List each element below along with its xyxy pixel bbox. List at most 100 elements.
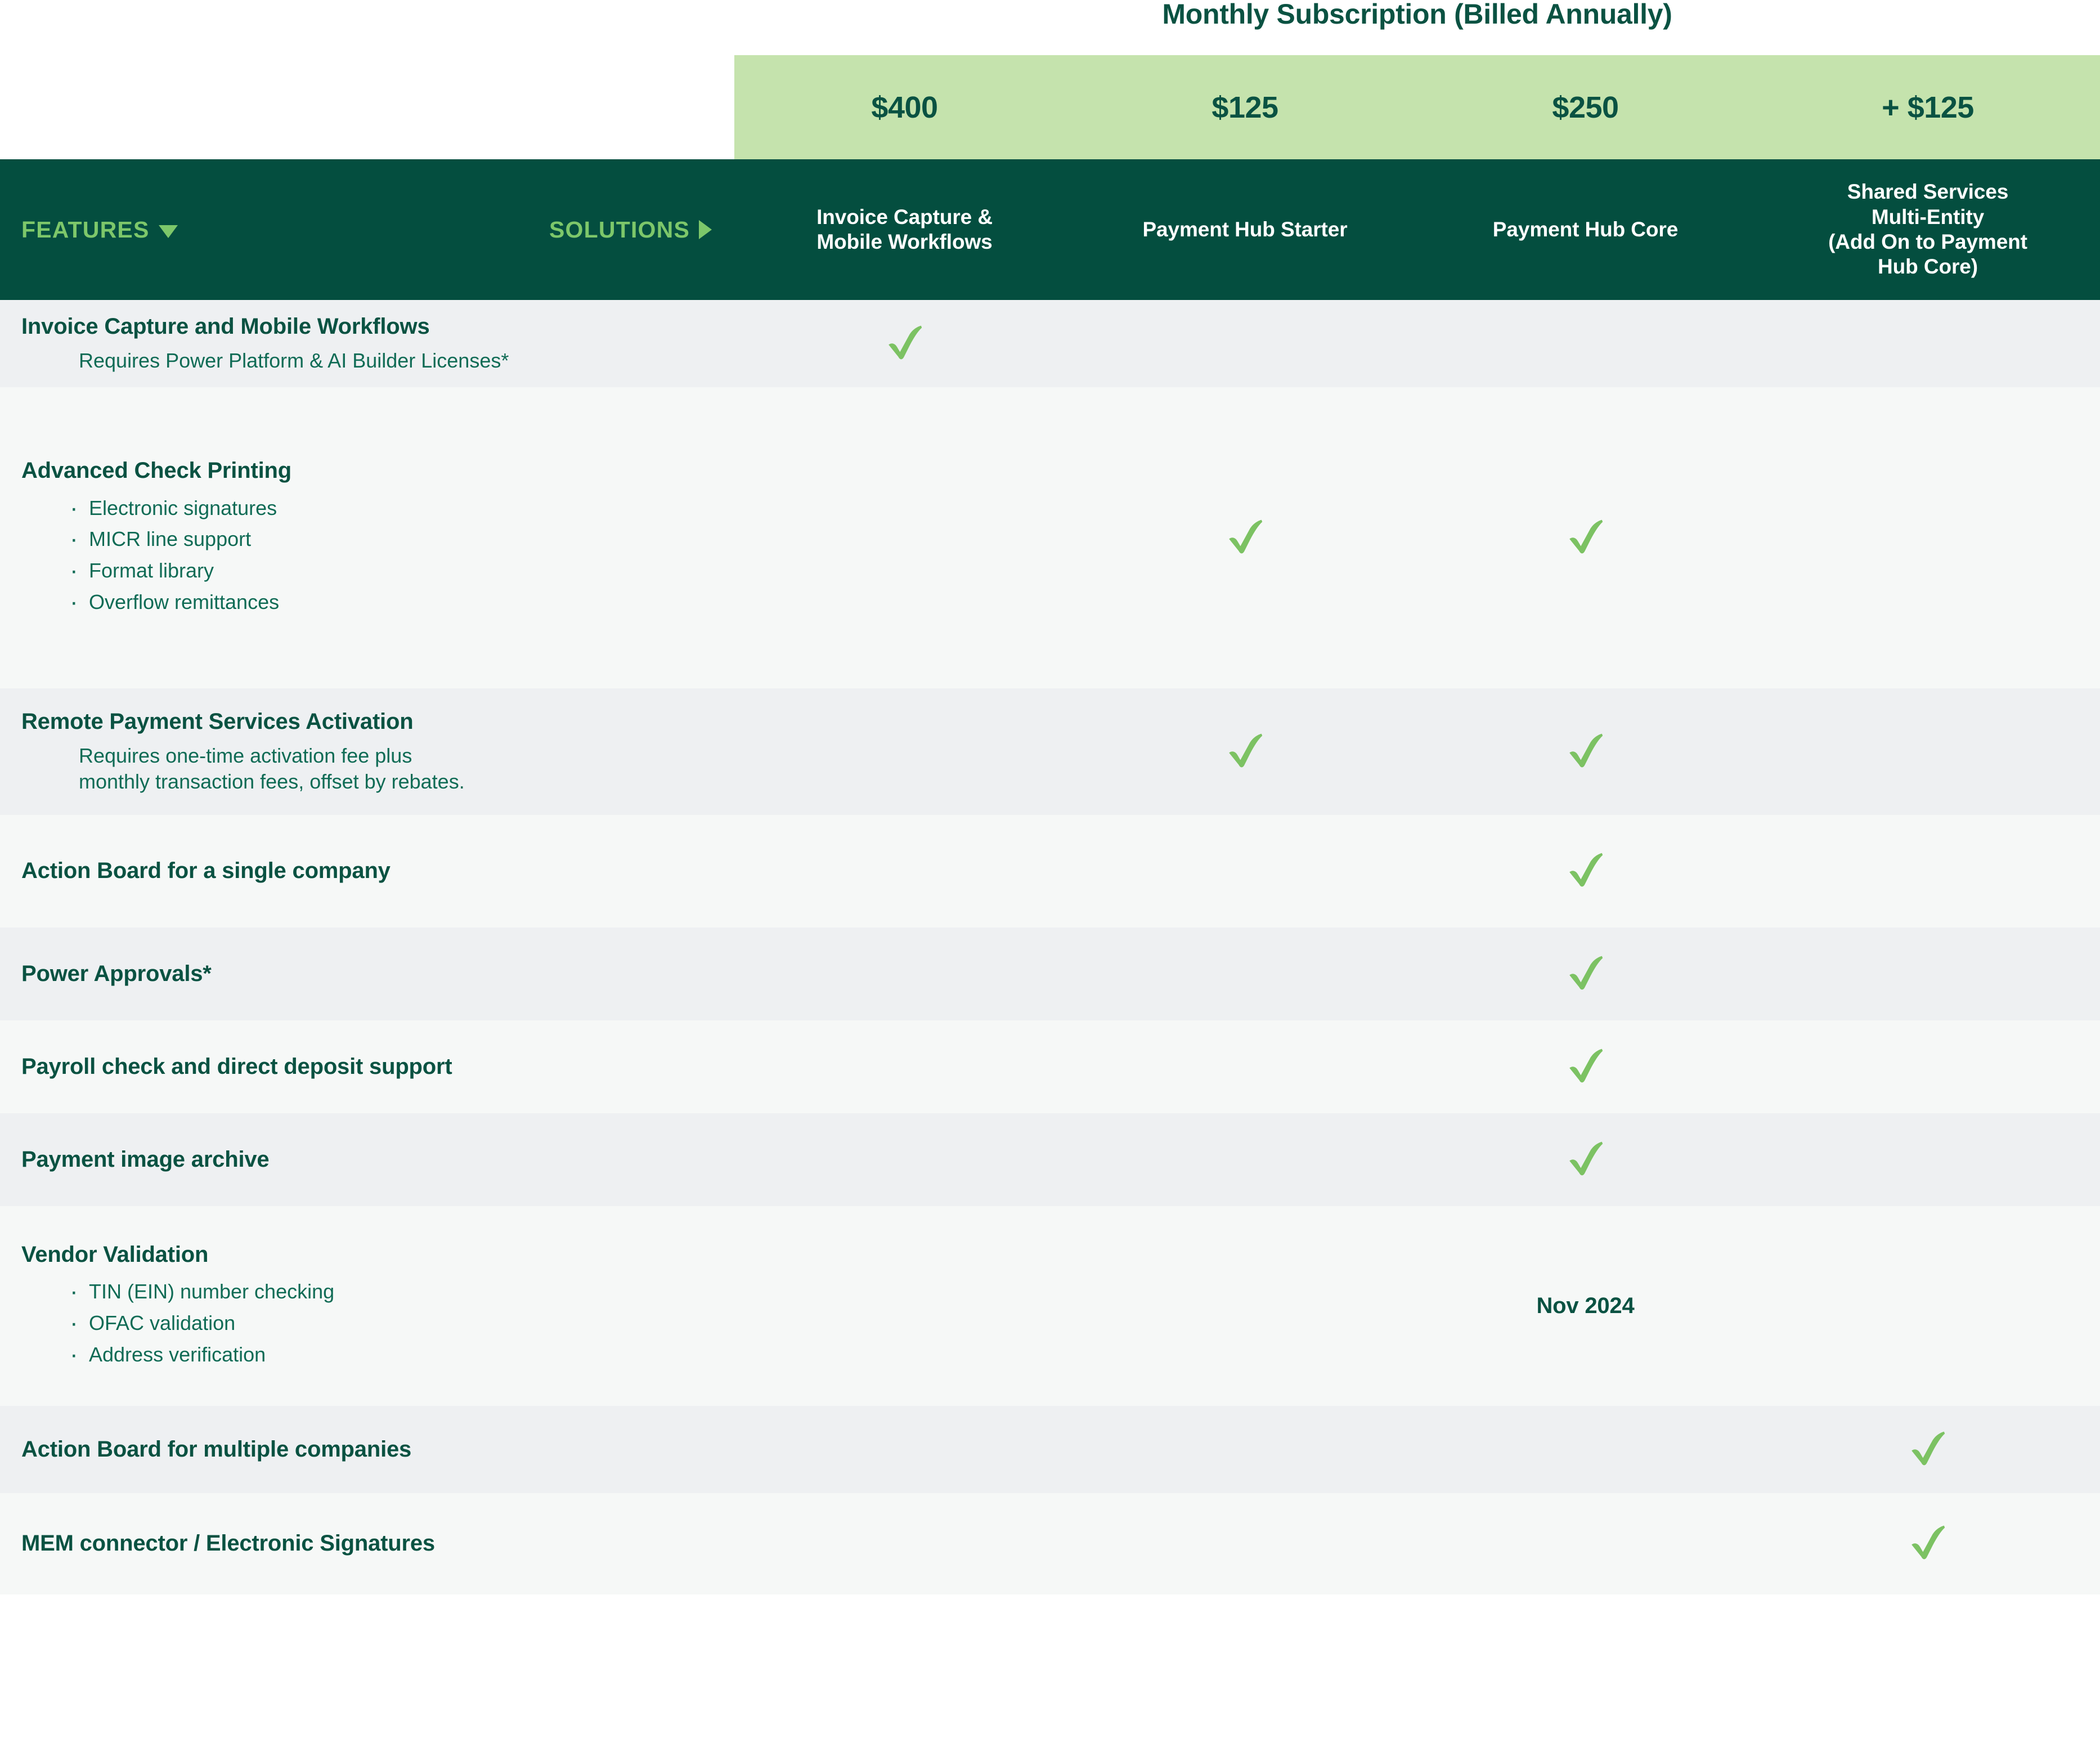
feature-title: Invoice Capture and Mobile Workflows — [21, 313, 430, 339]
cell-payment-hub-starter — [1075, 300, 1415, 387]
feature-bullet-item: Electronic signatures — [65, 489, 734, 527]
availability-date-label: Nov 2024 — [1536, 1293, 1635, 1318]
check-icon — [1569, 733, 1603, 767]
table-row: Advanced Check Printing Electronic signat… — [0, 387, 2100, 688]
features-label: FEATURES — [21, 216, 150, 243]
cell-payment-hub-starter — [1075, 688, 1415, 815]
feature-bullet-item: Overflow remittances — [65, 583, 734, 621]
cell-payment-hub-starter — [1075, 1493, 1415, 1594]
col-name-line4: Hub Core) — [1878, 255, 1978, 279]
check-icon — [1911, 1525, 1945, 1560]
col-name-line1: Payment Hub Starter — [1142, 217, 1348, 241]
cell-shared-services-multi-entity — [1756, 1493, 2100, 1594]
cell-shared-services-multi-entity — [1756, 815, 2100, 928]
cell-payment-hub-starter — [1075, 1020, 1415, 1113]
solutions-label: SOLUTIONS — [549, 216, 690, 243]
cell-invoice-capture — [734, 1113, 1075, 1206]
feature-title: Remote Payment Services Activation — [21, 709, 414, 734]
check-icon — [1228, 519, 1262, 553]
col-name-line1: Shared Services — [1847, 180, 2009, 204]
column-header-invoice-capture: Invoice Capture & Mobile Workflows — [734, 159, 1075, 300]
feature-title: Action Board for a single company — [21, 858, 391, 884]
cell-payment-hub-starter — [1075, 815, 1415, 928]
cell-shared-services-multi-entity — [1756, 1206, 2100, 1406]
check-icon — [1569, 1141, 1603, 1175]
cell-payment-hub-starter — [1075, 928, 1415, 1020]
title-band: Monthly Subscription (Billed Annually) — [0, 0, 2100, 55]
price-band: $400 $125 $250 + $125 — [0, 55, 2100, 159]
feature-title: Power Approvals* — [21, 961, 212, 986]
feature-cell-action-board-single-company: Action Board for a single company — [0, 815, 734, 928]
price-row-spacer — [0, 55, 734, 159]
check-icon — [1569, 519, 1603, 553]
column-header-shared-services: Shared Services Multi-Entity (Add On to … — [1756, 159, 2100, 300]
feature-cell-payroll-check-direct-deposit: Payroll check and direct deposit support — [0, 1020, 734, 1113]
table-row: MEM connector / Electronic Signatures — [0, 1493, 2100, 1594]
col-name-line1: Invoice Capture & — [816, 205, 993, 229]
column-header-payment-hub-starter: Payment Hub Starter — [1075, 159, 1415, 300]
feature-cell-payment-image-archive: Payment image archive — [0, 1113, 734, 1206]
cell-shared-services-multi-entity — [1756, 1113, 2100, 1206]
cell-invoice-capture — [734, 1493, 1075, 1594]
table-row: Payroll check and direct deposit support — [0, 1020, 2100, 1113]
cell-shared-services-multi-entity — [1756, 928, 2100, 1020]
feature-title: Advanced Check Printing — [21, 458, 291, 483]
feature-cell-remote-payment-services-activation: Remote Payment Services Activation Requir… — [0, 688, 734, 815]
cell-invoice-capture — [734, 928, 1075, 1020]
feature-bullet-list: Electronic signaturesMICR line supportFo… — [65, 489, 734, 621]
col-name-line1: Payment Hub Core — [1492, 217, 1679, 241]
cell-shared-services-multi-entity — [1756, 300, 2100, 387]
cell-payment-hub-starter — [1075, 1113, 1415, 1206]
cell-payment-hub-core — [1415, 1113, 1756, 1206]
cell-invoice-capture — [734, 387, 1075, 688]
feature-bullet-list: TIN (EIN) number checkingOFAC validation… — [65, 1273, 734, 1374]
feature-note: Requires Power Platform & AI Builder Lic… — [79, 349, 509, 373]
check-icon — [1569, 956, 1603, 989]
pricing-comparison-table: Monthly Subscription (Billed Annually) $… — [0, 0, 2100, 1756]
cell-payment-hub-core — [1415, 815, 1756, 928]
table-row: Vendor Validation TIN (EIN) number checki… — [0, 1206, 2100, 1406]
cell-payment-hub-core — [1415, 688, 1756, 815]
cell-payment-hub-core — [1415, 1020, 1756, 1113]
feature-cell-advanced-check-printing: Advanced Check Printing Electronic signat… — [0, 387, 734, 688]
cell-invoice-capture — [734, 815, 1075, 928]
feature-rows: Invoice Capture and Mobile Workflows Requ… — [0, 300, 2100, 1594]
table-row: Action Board for multiple companies — [0, 1406, 2100, 1493]
feature-cell-vendor-validation: Vendor Validation TIN (EIN) number checki… — [0, 1206, 734, 1406]
cell-payment-hub-starter — [1075, 1406, 1415, 1493]
feature-bullet-item: OFAC validation — [65, 1304, 734, 1342]
feature-title: Payroll check and direct deposit support — [21, 1054, 452, 1079]
col-name-line2: Mobile Workflows — [816, 230, 993, 253]
check-icon — [1228, 733, 1262, 767]
feature-cell-invoice-capture-and-mobile-workflows: Invoice Capture and Mobile Workflows Requ… — [0, 300, 734, 387]
price-payment-hub-starter: $125 — [1075, 55, 1415, 159]
table-row: Action Board for a single company — [0, 815, 2100, 928]
cell-payment-hub-core — [1415, 387, 1756, 688]
page-title: Monthly Subscription (Billed Annually) — [1162, 0, 1672, 30]
features-header-toggle[interactable]: FEATURES — [21, 217, 178, 243]
cell-shared-services-multi-entity — [1756, 688, 2100, 815]
feature-note: Requires one-time activation fee plus mo… — [79, 744, 465, 794]
feature-bullet-item: MICR line support — [65, 520, 734, 558]
cell-shared-services-multi-entity — [1756, 1406, 2100, 1493]
cell-payment-hub-starter — [1075, 387, 1415, 688]
feature-cell-power-approvals: Power Approvals* — [0, 928, 734, 1020]
column-header-payment-hub-core: Payment Hub Core — [1415, 159, 1756, 300]
feature-title: MEM connector / Electronic Signatures — [21, 1531, 435, 1556]
feature-cell-action-board-multiple-companies: Action Board for multiple companies — [0, 1406, 734, 1493]
feature-bullet-item: Address verification — [65, 1336, 734, 1374]
cell-invoice-capture — [734, 300, 1075, 387]
check-icon — [1911, 1431, 1945, 1465]
cell-shared-services-multi-entity — [1756, 387, 2100, 688]
cell-payment-hub-core — [1415, 1493, 1756, 1594]
table-row: Remote Payment Services Activation Requir… — [0, 688, 2100, 815]
price-invoice-capture: $400 — [734, 55, 1075, 159]
cell-payment-hub-core — [1415, 300, 1756, 387]
cell-invoice-capture — [734, 1206, 1075, 1406]
solutions-header-toggle[interactable]: SOLUTIONS — [549, 217, 712, 243]
feature-cell-mem-connector-electronic-signatures: MEM connector / Electronic Signatures — [0, 1493, 734, 1594]
feature-title: Vendor Validation — [21, 1242, 209, 1267]
chevron-right-icon — [699, 220, 712, 239]
feature-title: Action Board for multiple companies — [21, 1436, 412, 1462]
table-row: Invoice Capture and Mobile Workflows Requ… — [0, 300, 2100, 387]
